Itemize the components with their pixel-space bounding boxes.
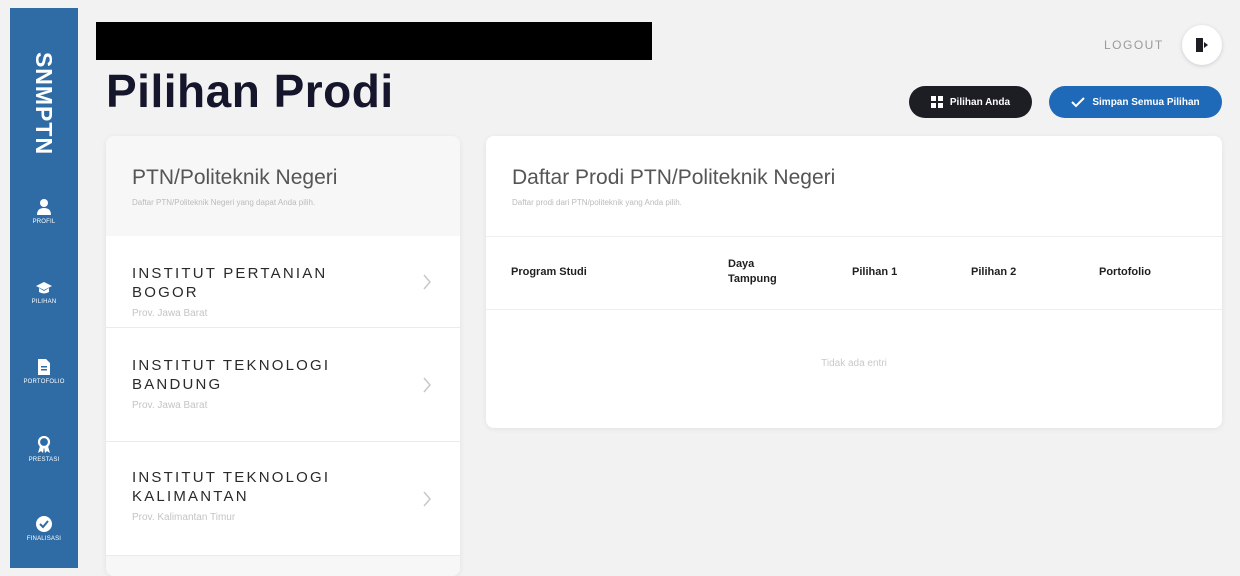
chevron-right-icon	[423, 491, 431, 506]
column-header-pilihan-1: Pilihan 1	[852, 266, 898, 278]
column-header-daya-tampung: Daya Tampung	[728, 258, 777, 285]
ptn-province: Prov. Kalimantan Timur	[132, 512, 236, 523]
sidebar-item-finalisasi[interactable]: FINALISASI	[10, 515, 78, 542]
prodi-panel-subtitle: Daftar prodi dari PTN/politeknik yang An…	[512, 198, 682, 207]
column-header-pilihan-2: Pilihan 2	[971, 266, 1017, 278]
ptn-name: INSTITUT TEKNOLOGI BANDUNG	[132, 357, 331, 393]
logout-button[interactable]	[1182, 25, 1222, 65]
document-icon	[38, 359, 50, 375]
sidebar-item-prestasi[interactable]: PRESTASI	[10, 436, 78, 463]
checkmark-icon	[1071, 97, 1086, 108]
sidebar-item-label: FINALISASI	[26, 536, 62, 542]
simpan-semua-button[interactable]: Simpan Semua Pilihan	[1049, 86, 1222, 118]
prodi-panel-title: Daftar Prodi PTN/Politeknik Negeri	[512, 166, 836, 189]
redacted-bar	[96, 22, 652, 60]
ptn-panel-header: PTN/Politeknik Negeri Daftar PTN/Politek…	[106, 136, 460, 236]
prodi-panel: Daftar Prodi PTN/Politeknik Negeri Dafta…	[486, 136, 1222, 428]
column-header-program-studi: Program Studi	[511, 266, 587, 278]
logout-icon	[1196, 38, 1208, 52]
ptn-name: INSTITUT TEKNOLOGI KALIMANTAN	[132, 469, 331, 505]
ptn-province: Prov. Jawa Barat	[132, 400, 208, 411]
sidebar-item-label: PILIHAN	[31, 299, 57, 305]
list-item[interactable]: INSTITUT PERTANIAN BOGOR Prov. Jawa Bara…	[106, 236, 460, 328]
sidebar-item-profil[interactable]: PROFIL	[10, 198, 78, 225]
sidebar-item-label: PORTOFOLIO	[23, 379, 65, 385]
sidebar-item-label: PRESTASI	[28, 457, 60, 463]
prodi-panel-header: Daftar Prodi PTN/Politeknik Negeri Dafta…	[486, 136, 1222, 236]
empty-table-message: Tidak ada entri	[821, 358, 887, 369]
brand-logo: SNMPTN	[12, 18, 76, 188]
ptn-panel-title: PTN/Politeknik Negeri	[132, 166, 338, 189]
pilihan-anda-button[interactable]: Pilihan Anda	[909, 86, 1032, 118]
award-icon	[37, 436, 51, 453]
column-header-portofolio: Portofolio	[1099, 266, 1151, 278]
chevron-right-icon	[423, 377, 431, 392]
ptn-name: INSTITUT PERTANIAN BOGOR	[132, 265, 328, 301]
user-icon	[37, 199, 51, 215]
ptn-province: Prov. Jawa Barat	[132, 308, 208, 319]
grid-icon	[930, 96, 943, 108]
chevron-right-icon	[423, 274, 431, 289]
sidebar-item-portofolio[interactable]: PORTOFOLIO	[10, 358, 78, 385]
graduation-cap-icon	[36, 282, 52, 294]
brand-text: SNMPTN	[31, 51, 58, 155]
check-circle-icon	[36, 516, 52, 532]
list-item[interactable]: INSTITUT TEKNOLOGI BANDUNG Prov. Jawa Ba…	[106, 328, 460, 442]
prodi-table-header: Program Studi Daya Tampung Pilihan 1 Pil…	[486, 236, 1222, 310]
logout-label[interactable]: LOGOUT	[1104, 38, 1164, 52]
sidebar-item-pilihan[interactable]: PILIHAN	[10, 280, 78, 305]
sidebar-item-label: PROFIL	[32, 219, 56, 225]
sidebar: SNMPTN PROFIL PILIHAN PORTOFOLIO PRESTAS…	[10, 8, 78, 568]
ptn-list: INSTITUT PERTANIAN BOGOR Prov. Jawa Bara…	[106, 236, 460, 556]
simpan-semua-label: Simpan Semua Pilihan	[1092, 96, 1200, 108]
ptn-panel: PTN/Politeknik Negeri Daftar PTN/Politek…	[106, 136, 460, 576]
page-title: Pilihan Prodi	[106, 65, 394, 117]
ptn-panel-subtitle: Daftar PTN/Politeknik Negeri yang dapat …	[132, 198, 316, 207]
list-item[interactable]: INSTITUT TEKNOLOGI KALIMANTAN Prov. Kali…	[106, 442, 460, 556]
pilihan-anda-label: Pilihan Anda	[949, 96, 1011, 108]
